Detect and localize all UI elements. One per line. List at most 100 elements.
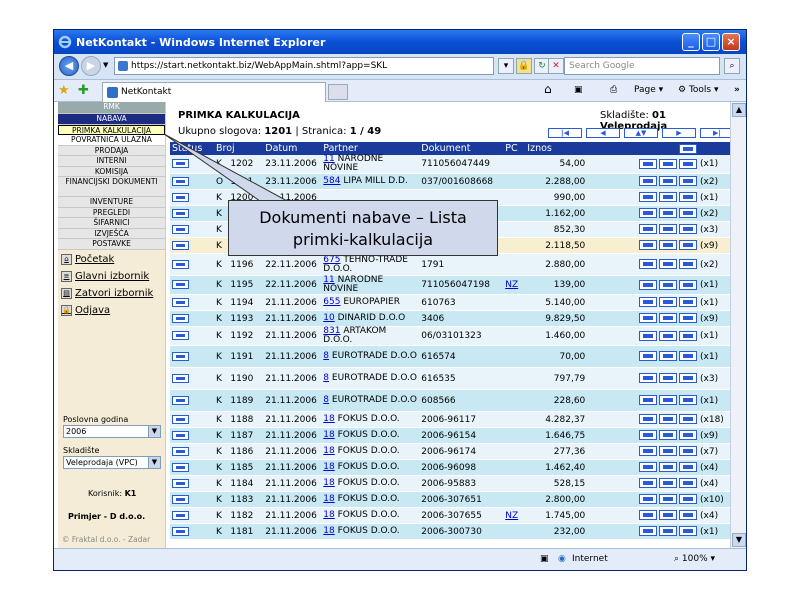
status-cell[interactable] [170,491,214,508]
table-row[interactable]: K 1183 21.11.2006 18 FOKUS D.O.O. 2006-30765… [170,491,730,508]
status-cell[interactable] [170,189,214,206]
add-favorites-icon[interactable]: ✚ [78,83,89,98]
column-header-0[interactable]: Status [170,142,214,155]
view-button[interactable] [639,313,657,324]
list-button[interactable] [679,510,697,521]
column-header-6[interactable]: Iznos [525,142,588,155]
status-cell[interactable] [170,523,214,540]
sidebar-item-5[interactable]: INTERNI [58,156,165,167]
sidebar-link-1[interactable]: ≡ Glavni izbornik [58,270,165,284]
edit-status-icon[interactable] [172,351,189,361]
table-row[interactable]: K 1184 21.11.2006 18 FOKUS D.O.O. 2006-95883… [170,475,730,492]
tab-netkontakt[interactable]: NetKontakt [102,82,326,102]
print-button[interactable] [659,224,677,235]
list-button[interactable] [679,526,697,537]
last-page-button[interactable]: ▶| [700,128,734,138]
history-dropdown-icon[interactable]: ▼ [103,61,108,69]
list-button[interactable] [679,208,697,219]
edit-status-icon[interactable] [172,159,189,168]
status-cell[interactable] [170,155,214,174]
view-button[interactable] [639,510,657,521]
edit-status-icon[interactable] [172,313,189,323]
print-button[interactable] [659,462,677,473]
edit-status-icon[interactable] [172,494,189,504]
partner-id-link[interactable]: 8 [323,373,329,383]
status-cell[interactable] [170,294,214,311]
view-button[interactable] [639,208,657,219]
scroll-up-icon[interactable]: ▲ [732,103,746,117]
list-button[interactable] [679,395,697,406]
view-button[interactable] [639,240,657,251]
status-cell[interactable] [170,237,214,254]
list-button[interactable] [679,240,697,251]
list-button[interactable] [679,478,697,489]
list-button[interactable] [679,430,697,441]
list-button[interactable] [679,373,697,384]
table-row[interactable]: K 1190 21.11.2006 8 EUROTRADE D.O.O 616535 79… [170,367,730,390]
close-button[interactable]: × [722,33,740,51]
status-cell[interactable] [170,173,214,190]
table-row[interactable]: K 1188 21.11.2006 18 FOKUS D.O.O. 2006-96117… [170,411,730,428]
print-button[interactable] [659,478,677,489]
list-button[interactable] [679,446,697,457]
list-button[interactable] [679,224,697,235]
edit-status-icon[interactable] [172,373,189,383]
sidebar-item-11[interactable]: IZVJEŠĆA [58,228,165,239]
edit-status-icon[interactable] [172,430,189,440]
list-button[interactable] [679,279,697,290]
scroll-down-icon[interactable]: ▼ [732,533,746,547]
view-button[interactable] [639,330,657,341]
partner-id-link[interactable]: 18 [323,430,334,440]
edit-status-icon[interactable] [172,297,189,307]
reload-page-button[interactable]: ▲▼ [624,128,658,138]
sidebar-item-9[interactable]: PREGLEDI [58,207,165,218]
favorites-star-icon[interactable]: ★ [58,83,70,98]
edit-status-icon[interactable] [172,510,189,520]
view-button[interactable] [639,297,657,308]
sidebar-link-3[interactable]: 🔒 Odjava [58,304,165,318]
table-row[interactable]: K 1192 21.11.2006 831 ARTAKOM D.O.O. 06/0310… [170,326,730,346]
print-button[interactable] [659,330,677,341]
stop-icon[interactable]: ✕ [548,58,564,74]
edit-status-icon[interactable] [172,462,189,472]
sidebar-item-6[interactable]: KOMISIJA [58,166,165,177]
column-header-5[interactable]: PC [503,142,526,155]
search-input[interactable]: Search Google [564,57,720,75]
view-button[interactable] [639,279,657,290]
list-button[interactable] [679,494,697,505]
table-row[interactable]: K 1189 21.11.2006 8 EUROTRADE D.O.O 608566 22… [170,389,730,412]
maximize-button[interactable]: □ [702,33,720,51]
sidebar-item-1[interactable]: NABAVA [58,114,165,125]
status-cell[interactable] [170,411,214,428]
print-icon[interactable]: ⎙ [610,85,617,95]
next-page-button[interactable]: ▶ [662,128,696,138]
edit-status-icon[interactable] [172,240,189,250]
print-button[interactable] [659,414,677,425]
address-input[interactable]: https://start.netkontakt.biz/WebAppMain.… [114,57,494,75]
pc-link[interactable]: NZ [505,511,518,521]
partner-id-link[interactable]: 18 [323,414,334,424]
partner-id-link[interactable]: 18 [323,462,334,472]
home-icon[interactable]: ⌂ [544,82,552,96]
zoom-control[interactable]: ⌕ 100% ▾ [674,554,715,564]
status-cell[interactable] [170,221,214,238]
status-cell[interactable] [170,475,214,492]
list-button[interactable] [679,313,697,324]
partner-id-link[interactable]: 18 [323,478,334,488]
table-row[interactable]: K 1186 21.11.2006 18 FOKUS D.O.O. 2006-96174… [170,443,730,460]
sidebar-item-12[interactable]: POSTAVKE [58,239,165,250]
edit-status-icon[interactable] [172,446,189,456]
print-button[interactable] [659,158,677,169]
list-button[interactable] [679,259,697,270]
edit-status-icon[interactable] [172,395,189,405]
list-button[interactable] [679,330,697,341]
view-button[interactable] [639,526,657,537]
list-button[interactable] [679,192,697,203]
toolbar-overflow-icon[interactable]: » [734,85,740,95]
list-button[interactable] [679,462,697,473]
vertical-scrollbar[interactable]: ▲ ▼ [730,102,746,548]
view-button[interactable] [639,373,657,384]
partner-id-link[interactable]: 10 [323,313,334,323]
search-icon[interactable]: ⌕ [724,58,740,74]
status-cell[interactable] [170,205,214,222]
